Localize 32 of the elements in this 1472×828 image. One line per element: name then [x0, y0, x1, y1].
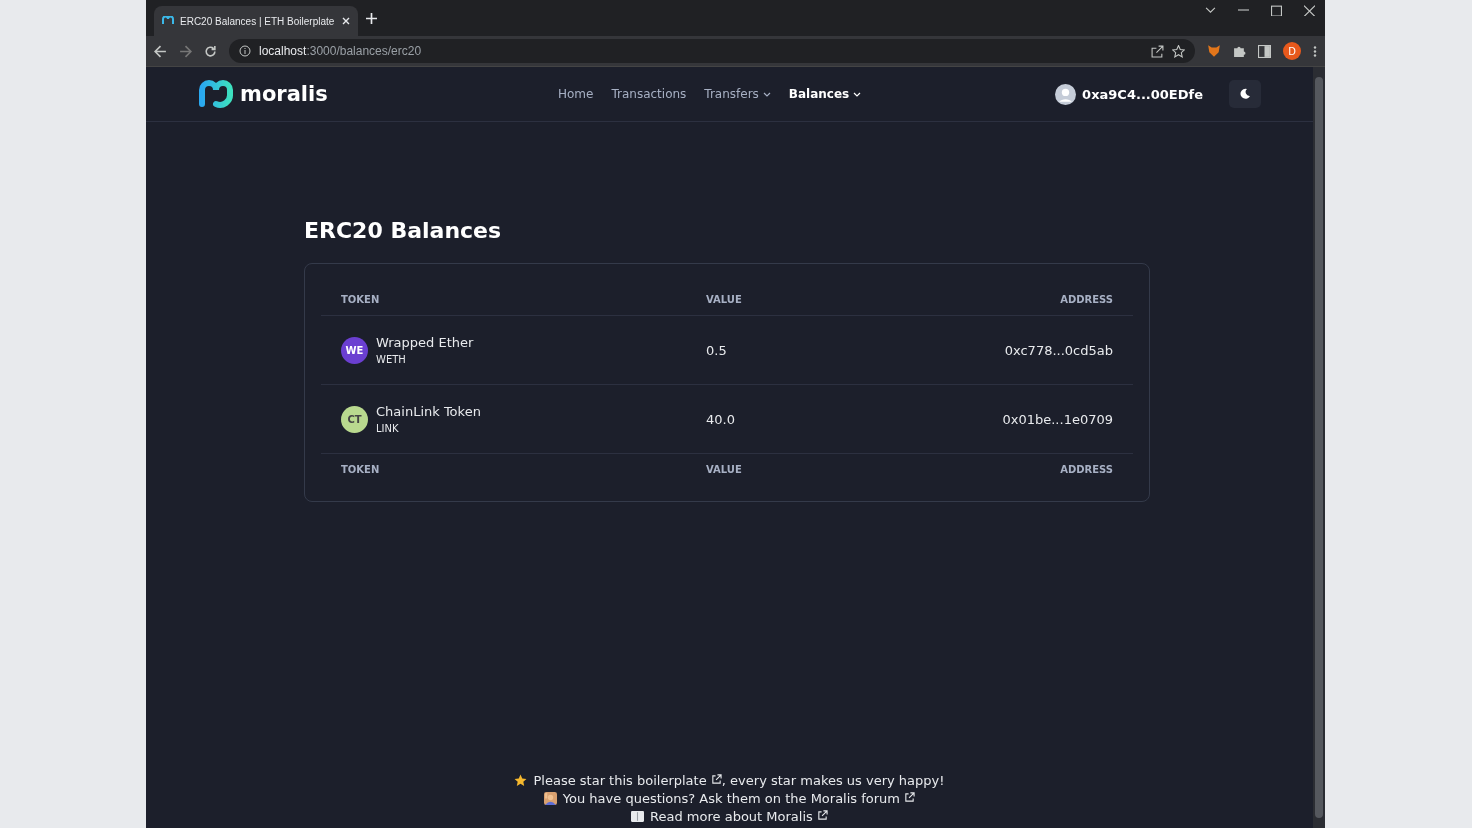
nav-link[interactable]: Transactions: [611, 87, 687, 101]
footer-link[interactable]: Read more about Moralis: [650, 809, 828, 824]
token-name: ChainLink Token: [376, 404, 481, 419]
token-avatar: WE: [341, 336, 368, 364]
column-header: VALUE: [705, 293, 743, 307]
column-header: ADDRESS: [1059, 293, 1114, 307]
column-footer: TOKEN: [321, 453, 686, 485]
token-avatar: CT: [341, 405, 368, 433]
url-text: localhost:3000/balances/erc20: [259, 44, 422, 58]
token-name: Wrapped Ether: [376, 335, 474, 350]
footer-link[interactable]: boilerplate: [637, 773, 722, 788]
token-symbol: WETH: [376, 354, 407, 365]
browser-tab[interactable]: ERC20 Balances | ETH Boilerplate: [154, 6, 358, 36]
token-symbol: LINK: [376, 423, 400, 434]
nav-link[interactable]: Balances: [788, 87, 862, 101]
column-footer: VALUE: [686, 453, 910, 485]
column-footer: ADDRESS: [909, 453, 1133, 485]
page-title: ERC20 Balances: [304, 218, 503, 243]
address-bar[interactable]: localhost:3000/balances/erc20: [229, 39, 1195, 63]
account-button[interactable]: 0xa9C4...00EDfe: [1049, 82, 1209, 106]
logo-text: moralis: [240, 82, 328, 106]
token-value: 40.0: [706, 411, 735, 427]
nav-link[interactable]: Home: [558, 87, 594, 101]
footer-link[interactable]: Moralis forum: [810, 791, 916, 806]
column-header: TOKEN: [340, 293, 381, 307]
footer-text: You have questions? Ask them on the Moralis forum: [562, 791, 916, 806]
token-value: 0.5: [706, 342, 727, 358]
profile-avatar[interactable]: D: [1283, 42, 1301, 60]
nav-link[interactable]: Transfers: [704, 87, 771, 101]
token-address: 0xc778...0cd5ab: [1004, 342, 1113, 358]
footer-text: Please star this boilerplate , every star makes us very happy!: [533, 773, 945, 788]
token-address: 0x01be...1e0709: [1002, 411, 1113, 427]
